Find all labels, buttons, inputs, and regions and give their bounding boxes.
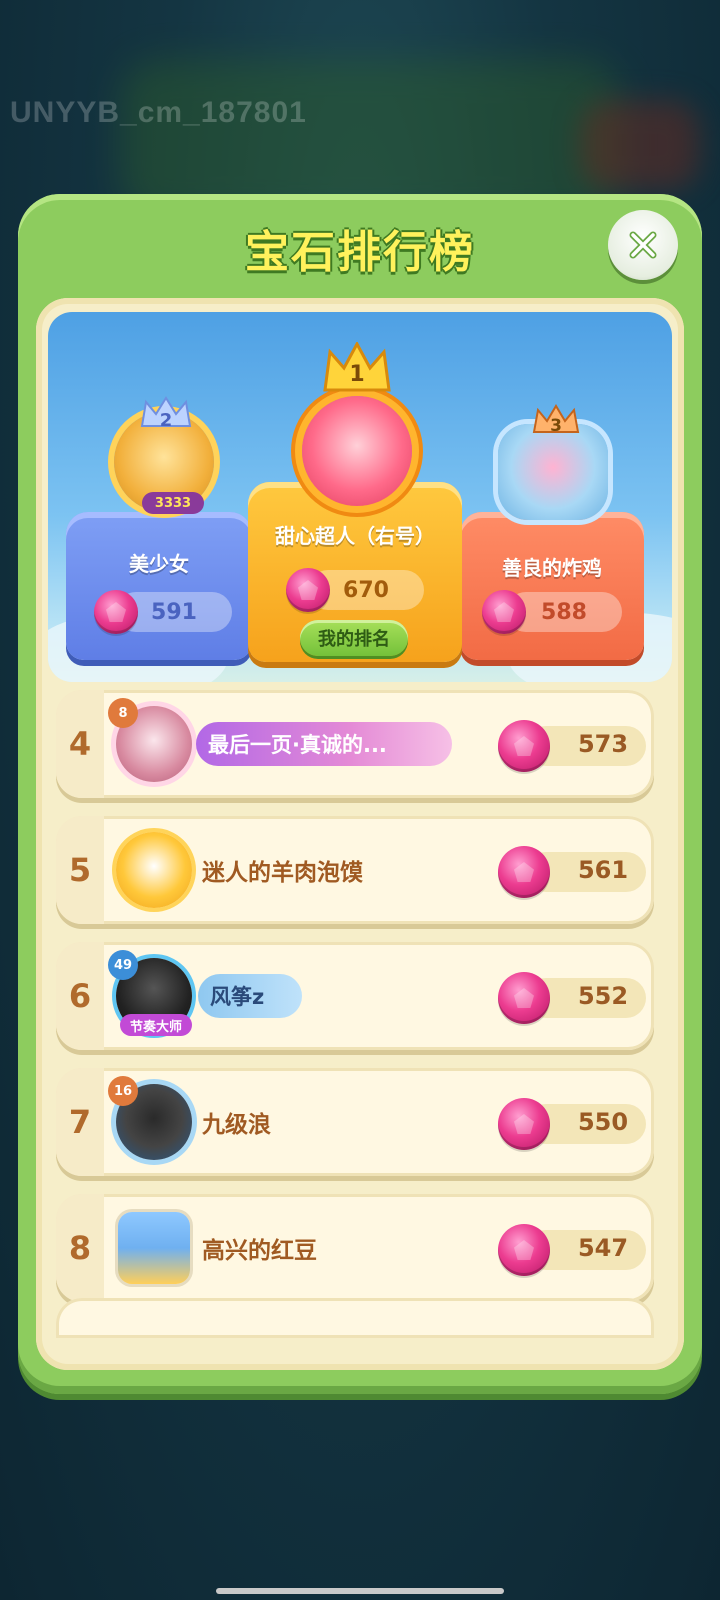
row-gems: 550 bbox=[577, 1108, 629, 1136]
row-name: 迷人的羊肉泡馍 bbox=[202, 860, 363, 886]
home-indicator[interactable] bbox=[216, 1588, 504, 1594]
leaderboard-row[interactable]: 6 49 节奏大师 风筝z 552 bbox=[56, 942, 654, 1050]
podium-third[interactable]: 善良的炸鸡 588 bbox=[460, 512, 644, 660]
row-name: 九级浪 bbox=[202, 1112, 271, 1138]
row-gems: 552 bbox=[577, 982, 629, 1010]
row-rank: 4 bbox=[68, 725, 92, 763]
level-badge: 16 bbox=[108, 1076, 138, 1106]
podium-second-rank: 2 bbox=[159, 410, 173, 431]
gem-icon bbox=[94, 590, 138, 634]
podium-third-name: 善良的炸鸡 bbox=[502, 556, 602, 580]
leaderboard-modal: 宝石排行榜 美少女 591 2 3333 善良的炸鸡 588 3 甜心超人（右号… bbox=[18, 194, 702, 1394]
row-gems: 573 bbox=[577, 730, 629, 758]
title-tag: 节奏大师 bbox=[120, 1014, 192, 1036]
watermark: UNYYB_cm_187801 bbox=[10, 96, 307, 129]
modal-title: 宝石排行榜 bbox=[245, 227, 475, 278]
row-gems: 561 bbox=[577, 856, 629, 884]
close-button[interactable] bbox=[608, 210, 678, 280]
gem-icon bbox=[498, 720, 550, 772]
row-name-banner: 最后一页·真诚的... bbox=[196, 722, 452, 766]
level-badge: 49 bbox=[108, 950, 138, 980]
row-rank: 5 bbox=[68, 851, 92, 889]
leaderboard-row[interactable]: 4 8 最后一页·真诚的... 573 bbox=[56, 690, 654, 798]
row-avatar[interactable] bbox=[116, 832, 192, 908]
podium-third-gems: 588 bbox=[541, 599, 587, 625]
background-blur bbox=[580, 100, 700, 190]
row-name: 最后一页·真诚的... bbox=[208, 733, 387, 757]
podium-first[interactable]: 甜心超人（右号） 670 我的排名 bbox=[248, 482, 462, 662]
close-icon bbox=[629, 231, 657, 259]
podium-second-badge: 3333 bbox=[142, 492, 204, 514]
level-badge: 8 bbox=[108, 698, 138, 728]
row-rank: 8 bbox=[68, 1229, 92, 1267]
gem-icon bbox=[498, 972, 550, 1024]
gem-icon bbox=[498, 846, 550, 898]
my-rank-button[interactable]: 我的排名 bbox=[300, 620, 408, 656]
row-name: 高兴的红豆 bbox=[202, 1238, 317, 1264]
podium-second-gems: 591 bbox=[151, 599, 197, 625]
podium-area: 美少女 591 2 3333 善良的炸鸡 588 3 甜心超人（右号） 670 … bbox=[48, 312, 672, 682]
row-rank: 7 bbox=[68, 1103, 92, 1141]
leaderboard-row-partial[interactable] bbox=[56, 1298, 654, 1338]
row-name: 风筝z bbox=[210, 985, 265, 1009]
podium-second[interactable]: 美少女 591 bbox=[66, 512, 252, 660]
podium-second-name: 美少女 bbox=[129, 552, 189, 576]
podium-third-rank: 3 bbox=[550, 416, 562, 436]
gem-icon bbox=[286, 568, 330, 612]
row-rank: 6 bbox=[68, 977, 92, 1015]
leaderboard-panel: 美少女 591 2 3333 善良的炸鸡 588 3 甜心超人（右号） 670 … bbox=[36, 298, 684, 1370]
row-gems: 547 bbox=[577, 1234, 629, 1262]
gem-icon bbox=[498, 1224, 550, 1276]
podium-first-rank: 1 bbox=[349, 362, 365, 387]
podium-first-name: 甜心超人（右号） bbox=[275, 524, 435, 548]
gem-icon bbox=[498, 1098, 550, 1150]
row-name-banner: 风筝z bbox=[198, 974, 302, 1018]
gem-icon bbox=[482, 590, 526, 634]
leaderboard-row[interactable]: 5 迷人的羊肉泡馍 561 bbox=[56, 816, 654, 924]
leaderboard-row[interactable]: 8 高兴的红豆 547 bbox=[56, 1194, 654, 1302]
leaderboard-row[interactable]: 7 16 九级浪 550 bbox=[56, 1068, 654, 1176]
row-avatar[interactable] bbox=[118, 1212, 190, 1284]
podium-first-gems: 670 bbox=[343, 577, 389, 603]
podium-first-avatar[interactable] bbox=[302, 396, 412, 506]
